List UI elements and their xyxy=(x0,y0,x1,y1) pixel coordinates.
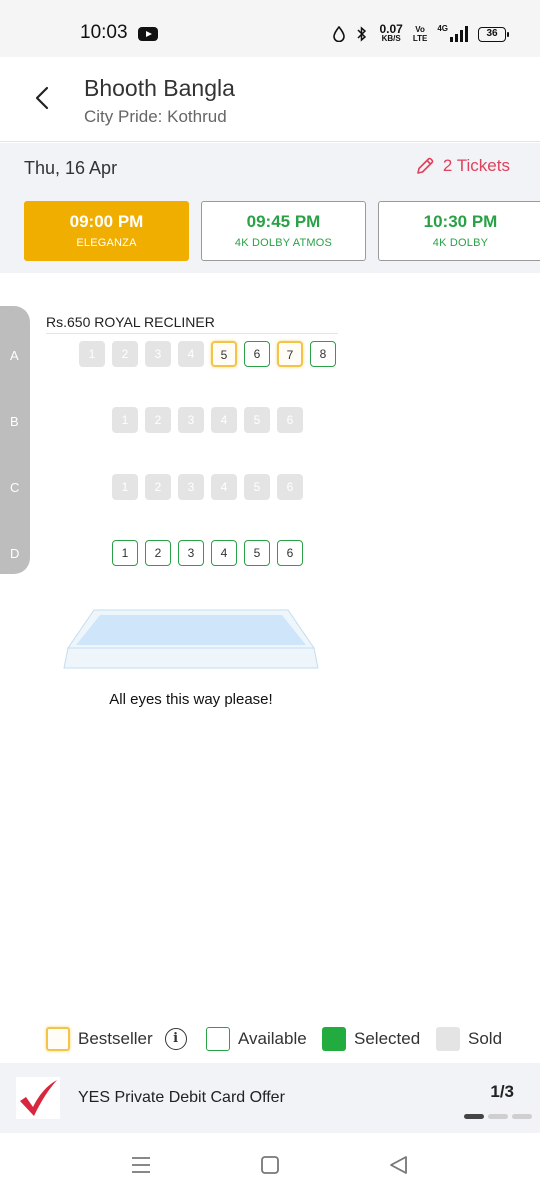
showtime-time: 09:00 PM xyxy=(69,212,144,231)
data-saver-icon xyxy=(333,26,346,42)
cinema-name: City Pride: Kothrud xyxy=(84,107,227,126)
carousel-dot xyxy=(512,1114,532,1119)
seat-d4[interactable]: 4 xyxy=(211,540,237,566)
legend-sold: Sold xyxy=(436,1024,502,1054)
category-divider xyxy=(46,333,338,334)
seat-d2[interactable]: 2 xyxy=(145,540,171,566)
network-type: 4G xyxy=(437,24,448,33)
showtime-time: 10:30 PM xyxy=(423,212,498,231)
legend-sold-label: Sold xyxy=(468,1029,503,1048)
row-label-c: C xyxy=(10,480,20,495)
legend-selected: Selected xyxy=(322,1024,420,1054)
pencil-icon xyxy=(417,157,434,174)
carousel-dot xyxy=(488,1114,508,1119)
seat-b6: 6 xyxy=(277,407,303,433)
back-arrow-icon[interactable] xyxy=(28,83,58,113)
row-label-b: B xyxy=(10,414,19,429)
battery-icon: 36 xyxy=(478,26,509,42)
row-label-d: D xyxy=(10,546,20,561)
yes-bank-logo-icon xyxy=(16,1077,60,1119)
seat-b2: 2 xyxy=(145,407,171,433)
movie-title: Bhooth Bangla xyxy=(84,75,235,101)
legend-selected-label: Selected xyxy=(354,1029,421,1048)
edit-tickets-button[interactable]: 2 Tickets xyxy=(415,156,510,176)
screen-caption: All eyes this way please! xyxy=(109,691,273,708)
showtime-selector: Thu, 16 Apr 2 Tickets 09:00 PM ELEGANZA … xyxy=(0,143,540,273)
seat-a4: 4 xyxy=(178,341,204,367)
show-date: Thu, 16 Apr xyxy=(24,158,118,178)
app-header: Bhooth Bangla City Pride: Kothrud xyxy=(0,57,540,142)
net-speed: 0.07 KB/S xyxy=(379,22,403,44)
seat-a7[interactable]: 7 xyxy=(277,341,303,367)
signal-icon xyxy=(450,26,468,42)
tickets-count-label: 2 Tickets xyxy=(442,156,510,175)
cinema-screen xyxy=(63,609,319,669)
status-icons: 0.07 KB/S Vo LTE 4G 36 xyxy=(333,22,509,44)
row-label-a: A xyxy=(10,348,19,363)
seat-a6[interactable]: 6 xyxy=(244,341,270,367)
seat-a5[interactable]: 5 xyxy=(211,341,237,367)
system-nav-bar xyxy=(0,1133,540,1199)
seat-c6: 6 xyxy=(277,474,303,500)
volte-indicator: Vo LTE xyxy=(413,25,428,43)
status-time: 10:03 xyxy=(80,22,128,43)
row-label-strip: A B C D xyxy=(0,306,30,574)
legend-available-label: Available xyxy=(238,1029,307,1048)
seat-d3[interactable]: 3 xyxy=(178,540,204,566)
back-nav-icon[interactable] xyxy=(387,1153,411,1177)
showtime-format: ELEGANZA xyxy=(76,237,137,249)
status-bar: 10:03 0.07 KB/S Vo LTE 4G 36 xyxy=(0,0,540,57)
menu-icon[interactable] xyxy=(129,1153,153,1177)
seat-c1: 1 xyxy=(112,474,138,500)
seat-c3: 3 xyxy=(178,474,204,500)
seat-b4: 4 xyxy=(211,407,237,433)
showtime-time: 09:45 PM xyxy=(246,212,321,231)
carousel-dots xyxy=(464,1114,532,1119)
carousel-dot-active xyxy=(464,1114,484,1119)
selected-swatch xyxy=(322,1027,346,1051)
info-icon[interactable]: i xyxy=(164,1028,187,1050)
seat-d6[interactable]: 6 xyxy=(277,540,303,566)
seat-c4: 4 xyxy=(211,474,237,500)
seat-legend: Bestseller i Available Selected Sold xyxy=(0,1024,540,1058)
seat-b5: 5 xyxy=(244,407,270,433)
youtube-notification-icon xyxy=(138,27,158,41)
seat-a2: 2 xyxy=(112,341,138,367)
offer-page-indicator: 1/3 xyxy=(490,1082,514,1101)
seat-d1[interactable]: 1 xyxy=(112,540,138,566)
showtime-0900pm[interactable]: 09:00 PM ELEGANZA xyxy=(24,201,189,261)
volte-bottom: LTE xyxy=(412,34,428,43)
bestseller-swatch xyxy=(46,1027,70,1051)
sold-swatch xyxy=(436,1027,460,1051)
available-swatch xyxy=(206,1027,230,1051)
seat-d5[interactable]: 5 xyxy=(244,540,270,566)
seat-c2: 2 xyxy=(145,474,171,500)
bluetooth-icon xyxy=(357,26,367,42)
showtime-format: 4K DOLBY ATMOS xyxy=(234,237,333,249)
legend-available: Available xyxy=(206,1024,307,1054)
volte-top: Vo xyxy=(415,25,425,34)
seat-c5: 5 xyxy=(244,474,270,500)
seat-b1: 1 xyxy=(112,407,138,433)
net-speed-unit: KB/S xyxy=(381,34,401,43)
seat-a1: 1 xyxy=(79,341,105,367)
offer-title: YES Private Debit Card Offer xyxy=(78,1089,285,1106)
seat-a3: 3 xyxy=(145,341,171,367)
legend-bestseller: Bestseller i xyxy=(46,1024,187,1054)
offer-banner[interactable]: YES Private Debit Card Offer 1/3 xyxy=(0,1063,540,1133)
seat-category-label: Rs.650 ROYAL RECLINER xyxy=(46,314,215,330)
showtime-1030pm[interactable]: 10:30 PM 4K DOLBY xyxy=(378,201,540,261)
legend-bestseller-label: Bestseller xyxy=(78,1029,153,1048)
seat-b3: 3 xyxy=(178,407,204,433)
home-icon[interactable] xyxy=(258,1153,282,1177)
net-speed-value: 0.07 xyxy=(379,22,403,36)
showtime-format: 4K DOLBY xyxy=(432,237,489,249)
seat-a8[interactable]: 8 xyxy=(310,341,336,367)
showtime-0945pm[interactable]: 09:45 PM 4K DOLBY ATMOS xyxy=(201,201,366,261)
